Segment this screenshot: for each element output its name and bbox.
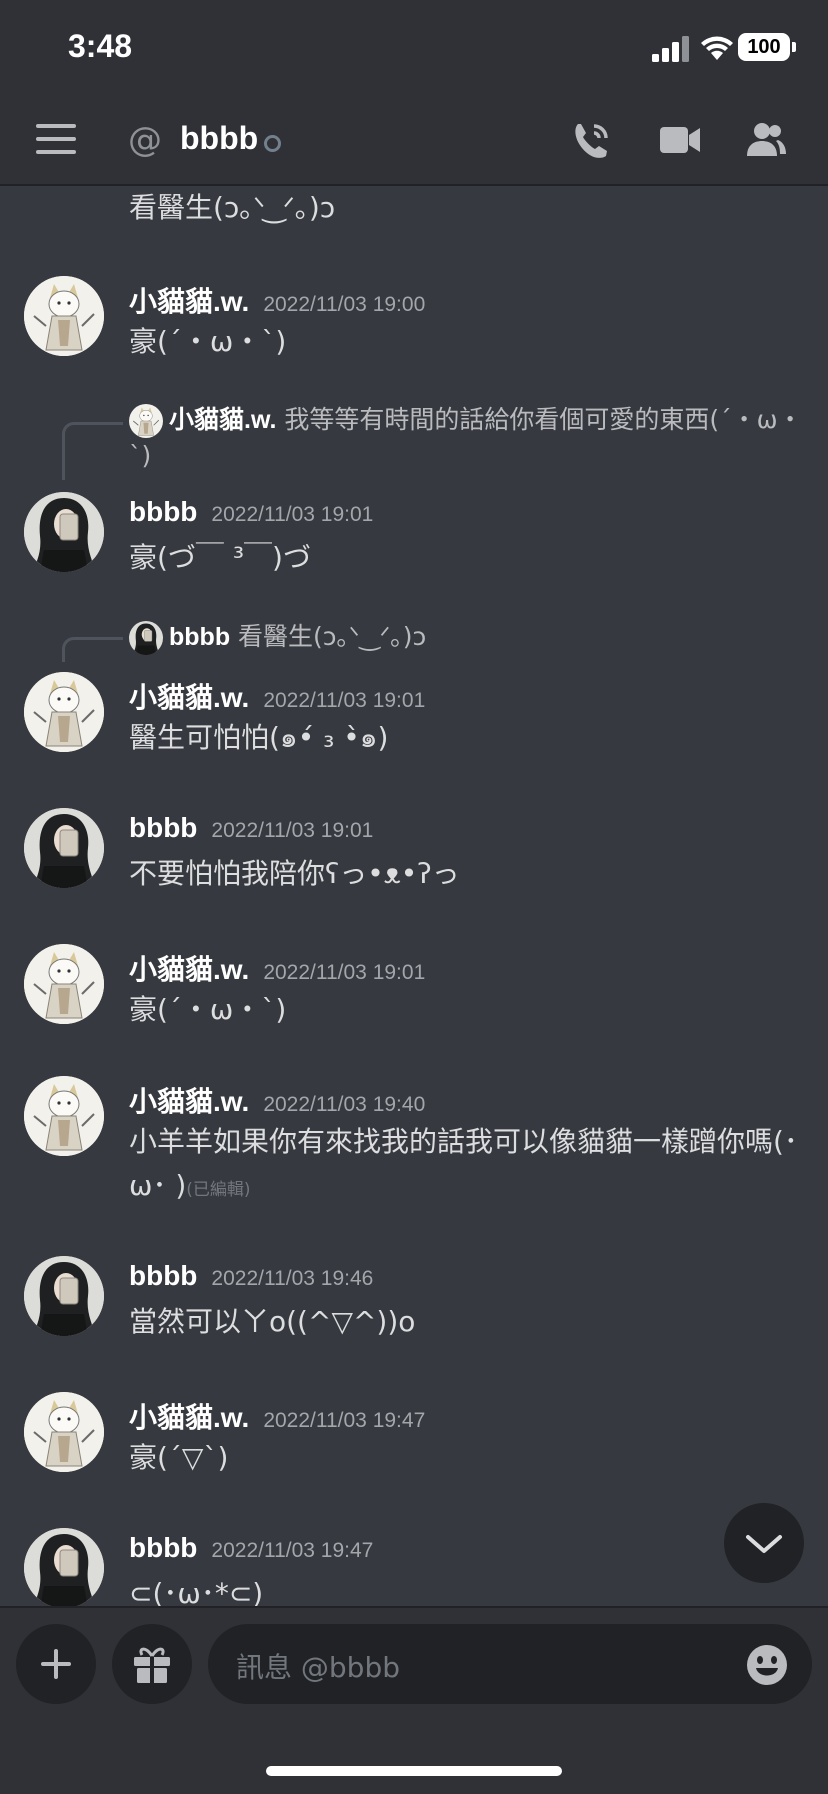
message-header: bbbb 2022/11/03 19:01: [129, 496, 373, 528]
message-content: 豪(´・ω・`): [129, 325, 287, 358]
message-header: 小貓貓.w. 2022/11/03 19:00: [129, 280, 425, 320]
reply-username: 小貓貓.w.: [169, 406, 277, 434]
message-content: 當然可以ㄚo((^▽^))o: [129, 1305, 416, 1338]
timestamp: 2022/11/03 19:01: [263, 689, 426, 712]
gift-button[interactable]: [112, 1624, 192, 1704]
message-header: 小貓貓.w. 2022/11/03 19:47: [129, 1396, 425, 1436]
reply-avatar: [129, 621, 163, 655]
timestamp: 2022/11/03 19:40: [263, 1093, 426, 1116]
reply-preview[interactable]: 小貓貓.w. 我等等有時間的話給你看個可愛的東西(´・ω・`): [129, 402, 809, 474]
message-header: bbbb 2022/11/03 19:01: [129, 812, 373, 844]
timestamp: 2022/11/03 19:00: [263, 293, 426, 316]
message-content: 豪(づ￣ ³￣)づ: [129, 541, 311, 574]
message-input-placeholder: 訊息 @bbbb: [236, 1651, 400, 1684]
timestamp: 2022/11/03 19:01: [211, 503, 374, 526]
reply-preview[interactable]: bbbb 看醫生(ᴐ｡ᐠ‿ᐟ｡)ᴐ: [129, 619, 809, 655]
username[interactable]: 小貓貓.w.: [129, 682, 249, 713]
username[interactable]: bbbb: [129, 1532, 197, 1563]
cellular-signal-icon: [652, 36, 689, 62]
message-content: 豪(´・ω・`): [129, 993, 287, 1026]
reply-connector: [62, 637, 123, 662]
timestamp: 2022/11/03 19:01: [263, 961, 426, 984]
channel-name[interactable]: bbbb: [180, 120, 258, 157]
avatar[interactable]: [24, 672, 104, 752]
phone-call-icon[interactable]: [570, 118, 614, 162]
message-header: 小貓貓.w. 2022/11/03 19:40: [129, 1080, 425, 1120]
username[interactable]: bbbb: [129, 496, 197, 527]
message-header: 小貓貓.w. 2022/11/03 19:01: [129, 676, 425, 716]
avatar[interactable]: [24, 808, 104, 888]
avatar[interactable]: [24, 276, 104, 356]
timestamp: 2022/11/03 19:47: [263, 1409, 426, 1432]
avatar[interactable]: [24, 1392, 104, 1472]
reply-text: 看醫生(ᴐ｡ᐠ‿ᐟ｡)ᴐ: [238, 622, 427, 651]
timestamp: 2022/11/03 19:01: [211, 819, 374, 842]
wifi-icon: [701, 36, 733, 60]
attach-button[interactable]: [16, 1624, 96, 1704]
timestamp: 2022/11/03 19:47: [211, 1539, 374, 1562]
message-header: bbbb 2022/11/03 19:46: [129, 1260, 373, 1292]
members-icon[interactable]: [744, 118, 788, 162]
battery-cap: [792, 42, 796, 52]
chevron-down-icon: [746, 1535, 782, 1553]
top-bar: 3:48 100 @ bbbb: [0, 0, 828, 186]
avatar[interactable]: [24, 1528, 104, 1608]
home-indicator: [266, 1766, 562, 1776]
avatar[interactable]: [24, 1256, 104, 1336]
username[interactable]: 小貓貓.w.: [129, 954, 249, 985]
username[interactable]: 小貓貓.w.: [129, 286, 249, 317]
message-header: 小貓貓.w. 2022/11/03 19:01: [129, 948, 425, 988]
reply-username: bbbb: [169, 623, 231, 651]
status-time: 3:48: [68, 28, 133, 64]
hamburger-icon[interactable]: [36, 124, 76, 154]
edited-label: (已編輯): [186, 1180, 251, 1200]
message-content: 醫生可怕怕(๑•́ ₃ •̀๑): [129, 721, 389, 754]
avatar[interactable]: [24, 492, 104, 572]
message-header: bbbb 2022/11/03 19:47: [129, 1532, 373, 1564]
gift-icon: [134, 1647, 170, 1683]
plus-icon: [41, 1649, 71, 1679]
video-camera-icon[interactable]: [658, 118, 702, 162]
reply-avatar: [129, 404, 163, 438]
message-content: 豪(´▽`): [129, 1441, 229, 1474]
avatar[interactable]: [24, 1076, 104, 1156]
timestamp: 2022/11/03 19:46: [211, 1267, 374, 1290]
reply-connector: [62, 422, 123, 480]
username[interactable]: 小貓貓.w.: [129, 1086, 249, 1117]
emoji-icon[interactable]: [746, 1644, 788, 1686]
avatar[interactable]: [24, 944, 104, 1024]
offline-status-icon: [264, 135, 281, 152]
message-content: 看醫生(ᴐ｡ᐠ ͜ ᐟ｡)ᴐ: [129, 191, 336, 224]
at-icon: @: [128, 120, 162, 160]
message-content: 不要怕怕我陪你ʕっ•ᴥ•ʔっ: [129, 857, 460, 890]
username[interactable]: 小貓貓.w.: [129, 1402, 249, 1433]
battery-indicator: 100: [738, 33, 790, 61]
username[interactable]: bbbb: [129, 1260, 197, 1291]
scroll-to-bottom-button[interactable]: [724, 1503, 804, 1583]
message-content: 小羊羊如果你有來找我的話我可以像貓貓一樣蹭你嗎(･ω･ )(已編輯): [129, 1120, 809, 1212]
username[interactable]: bbbb: [129, 812, 197, 843]
